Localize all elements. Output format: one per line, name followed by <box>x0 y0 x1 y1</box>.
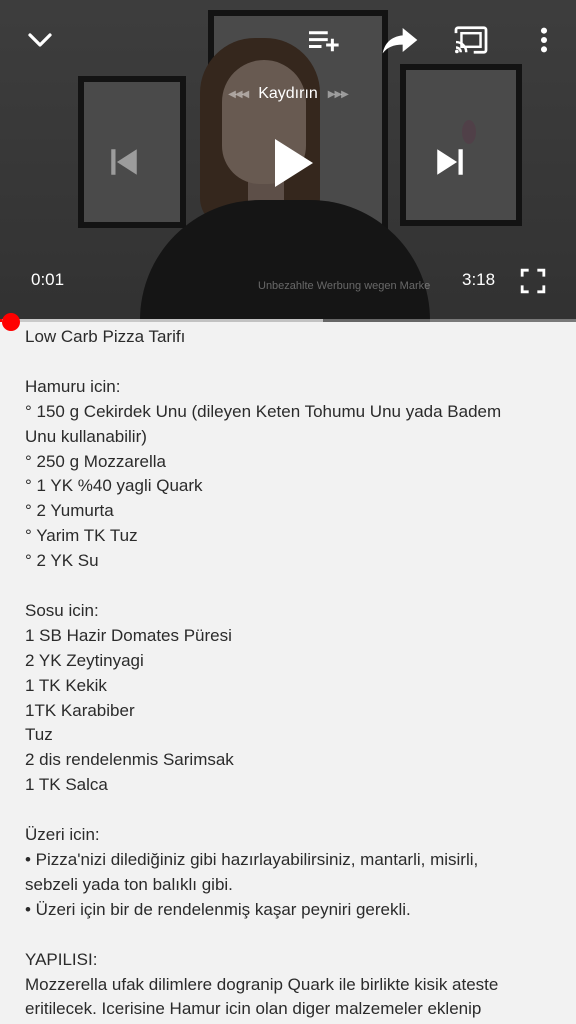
minimize-button[interactable] <box>18 20 62 60</box>
description-line: eritilecek. Icerisine Hamur icin olan di… <box>25 999 482 1019</box>
progress-bar[interactable] <box>0 319 576 322</box>
description-line: Sosu icin: <box>25 600 99 620</box>
skip-previous-icon <box>107 145 141 179</box>
seek-left-arrows-icon: ◀◀◀ <box>228 88 249 100</box>
description-line: 1TK Karabiber <box>25 700 135 720</box>
description-line <box>25 798 555 823</box>
cast-icon <box>453 25 489 55</box>
description-line: ° Yarim TK Tuz <box>25 526 138 546</box>
share-button[interactable] <box>376 20 424 60</box>
seek-hint-label: Kaydırın <box>258 85 318 102</box>
add-to-queue-icon <box>307 25 341 55</box>
description-line: sebzeli yada ton balıklı gibi. <box>25 874 233 894</box>
share-icon <box>381 24 419 56</box>
description-line: Low Carb Pizza Tarifı <box>25 327 186 346</box>
progress-buffered <box>0 319 323 322</box>
seek-hint: ◀◀◀ Kaydırın ▶▶▶ <box>200 82 376 106</box>
description-line: Unu kullanabilir) <box>25 426 147 446</box>
seek-right-arrows-icon: ▶▶▶ <box>327 88 349 100</box>
description-line: ° 2 YK Su <box>25 551 99 571</box>
video-watermark: Unbezahlte Werbung wegen Marke <box>258 280 431 292</box>
description-line: • Üzeri için bir de rendelenmiş kaşar pe… <box>25 899 411 919</box>
more-options-button[interactable] <box>524 20 564 60</box>
description-line: ° 2 Yumurta <box>25 501 114 521</box>
description-line: ° 250 g Mozzarella <box>25 451 166 471</box>
description-line: Mozzerella ufak dilimlere dogranip Quark… <box>25 974 499 994</box>
progress-scrubber-handle[interactable] <box>2 313 20 331</box>
video-duration: 3:18 <box>462 270 496 289</box>
description-line: 1 TK Salca <box>25 775 108 795</box>
description-line: Üzeri icin: <box>25 825 100 845</box>
description-line: ° 150 g Cekirdek Unu (dileyen Keten Tohu… <box>25 401 502 421</box>
play-button[interactable] <box>262 132 324 194</box>
description-line: • Pizza'nizi dilediğiniz gibi hazırlayab… <box>25 849 479 869</box>
fullscreen-button[interactable] <box>514 262 552 300</box>
play-icon <box>271 137 315 189</box>
chevron-down-icon <box>25 25 55 55</box>
video-description: Low Carb Pizza Tarifı Hamuru icin: ° 150 g… <box>25 325 555 1022</box>
current-time: 0:01 <box>31 270 65 289</box>
description-line <box>25 574 555 599</box>
description-line <box>25 350 555 375</box>
previous-button[interactable] <box>100 138 148 186</box>
description-line: 2 YK Zeytinyagi <box>25 650 144 670</box>
description-line: Hamuru icin: <box>25 376 121 396</box>
description-line: 2 dis rendelenmis Sarimsak <box>25 750 234 770</box>
description-line: YAPILISI: <box>25 949 98 969</box>
description-line: ° 1 YK %40 yagli Quark <box>25 476 203 496</box>
skip-next-icon <box>433 145 467 179</box>
next-button[interactable] <box>426 138 474 186</box>
description-line: Tuz <box>25 725 53 745</box>
description-line <box>25 923 555 948</box>
more-vert-icon <box>539 26 549 54</box>
cast-button[interactable] <box>448 20 494 60</box>
video-player[interactable]: Unbezahlte Werbung wegen Marke ◀◀◀ Kaydı… <box>0 0 576 322</box>
description-line: 1 SB Hazir Domates Püresi <box>25 625 232 645</box>
add-to-queue-button[interactable] <box>302 20 346 60</box>
fullscreen-icon <box>520 268 546 294</box>
description-line: 1 TK Kekik <box>25 675 107 695</box>
